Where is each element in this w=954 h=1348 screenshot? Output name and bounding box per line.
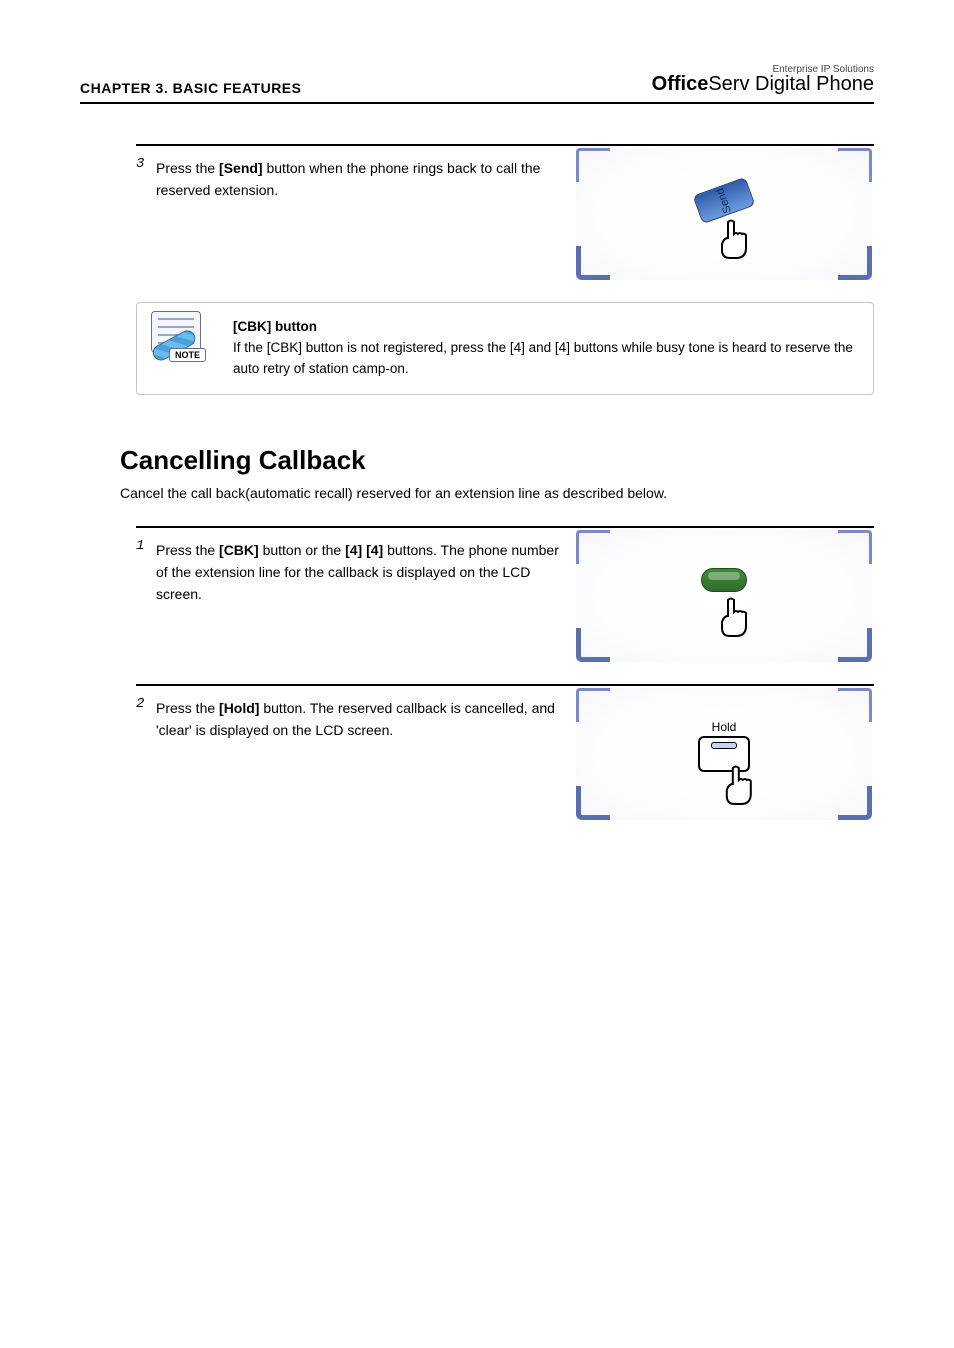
button-label-hold: [Hold] <box>219 700 259 716</box>
note-box: NOTE [CBK] button If the [CBK] button is… <box>136 302 874 395</box>
button-label-send: [Send] <box>219 160 263 176</box>
step-text: Press the [Send] button when the phone r… <box>156 146 576 280</box>
page: CHAPTER 3. BASIC FEATURES Enterprise IP … <box>0 0 954 1348</box>
brand-product-rest: Serv Digital Phone <box>708 73 874 95</box>
t: Press the <box>156 542 219 558</box>
t1: Press the <box>156 160 219 176</box>
note-icon: NOTE <box>151 311 221 367</box>
hold-button-label: Hold <box>712 720 737 734</box>
step-number: 1 <box>136 528 156 662</box>
section-breadcrumb: CHAPTER 3. BASIC FEATURES <box>80 80 301 96</box>
note-text: [CBK] button If the [CBK] button is not … <box>233 311 859 380</box>
step-number: 3 <box>136 146 156 280</box>
step-row-cbk: 1 Press the [CBK] button or the [4] [4] … <box>136 526 874 662</box>
illustration-send: Send <box>576 148 872 280</box>
brand-product: OfficeServ Digital Phone <box>652 73 874 96</box>
note-title: [CBK] button <box>233 319 317 334</box>
step-row-send: 3 Press the [Send] button when the phone… <box>136 144 874 280</box>
note-icon-tag: NOTE <box>169 348 206 362</box>
t: button or the <box>259 542 345 558</box>
brand-product-bold: Office <box>652 73 709 95</box>
step-text: Press the [Hold] button. The reserved ca… <box>156 686 576 820</box>
hand-icon <box>706 586 766 646</box>
heading-cancelling-callback: Cancelling Callback <box>120 445 874 476</box>
hand-icon <box>706 208 766 268</box>
illustration-hold: Hold <box>576 688 872 820</box>
step-figure-cbk <box>576 528 874 662</box>
hand-icon <box>711 754 771 814</box>
step-figure-hold: Hold <box>576 686 874 820</box>
paragraph-intro: Cancel the call back(automatic recall) r… <box>120 482 874 504</box>
step-row-hold: 2 Press the [Hold] button. The reserved … <box>136 684 874 820</box>
note-body: If the [CBK] button is not registered, p… <box>233 340 853 376</box>
t: Press the <box>156 700 219 716</box>
step-text: Press the [CBK] button or the [4] [4] bu… <box>156 528 576 662</box>
step-figure-send: Send <box>576 146 874 280</box>
illustration-cbk <box>576 530 872 662</box>
button-label-44: [4] [4] <box>345 542 383 558</box>
brand-block: Enterprise IP Solutions OfficeServ Digit… <box>652 64 874 96</box>
button-label-cbk: [CBK] <box>219 542 259 558</box>
page-header: CHAPTER 3. BASIC FEATURES Enterprise IP … <box>80 64 874 104</box>
step-number: 2 <box>136 686 156 820</box>
